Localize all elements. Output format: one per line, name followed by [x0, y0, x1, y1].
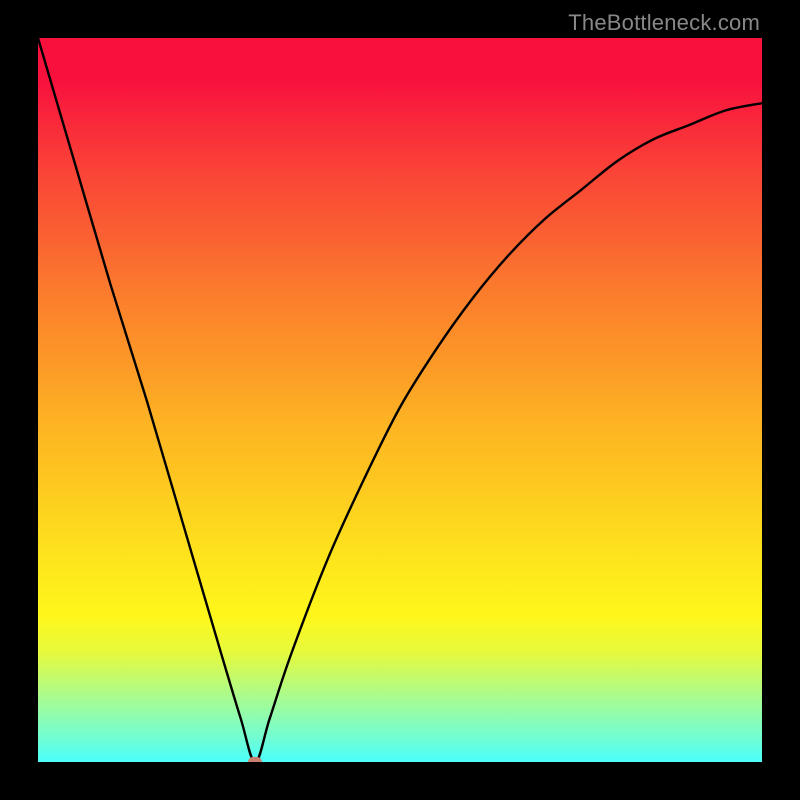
- plot-area: [38, 38, 762, 762]
- watermark-text: TheBottleneck.com: [568, 10, 760, 36]
- chart-frame: TheBottleneck.com: [0, 0, 800, 800]
- bottleneck-curve: [38, 38, 762, 762]
- minimum-marker: [248, 757, 262, 762]
